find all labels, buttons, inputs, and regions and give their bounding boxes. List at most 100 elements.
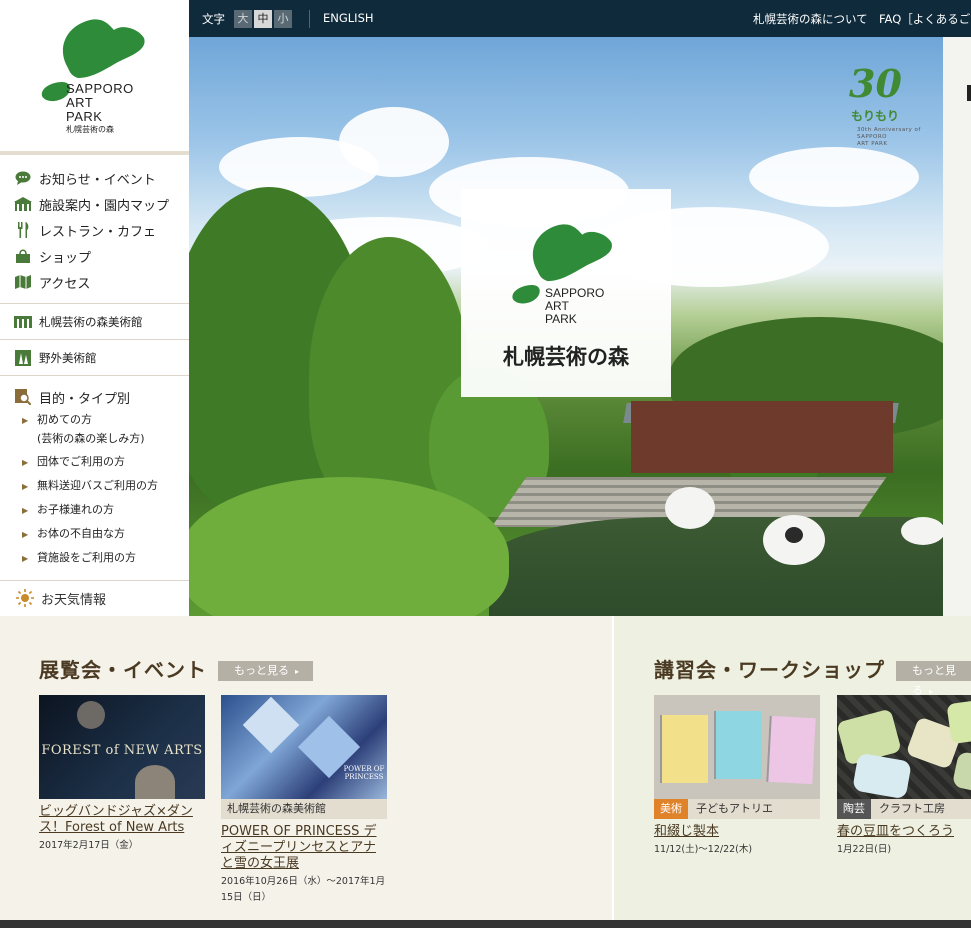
anniversary-number: 30 [849, 61, 902, 106]
event-date: 2017年2月17日（金） [39, 840, 139, 851]
about-link[interactable]: 札幌芸術の森について [753, 11, 868, 27]
museum-building [631, 401, 893, 473]
nav-shop-label: ショップ [39, 250, 92, 266]
workshops-section: 講習会・ワークショップ もっと見る 美術 子どもアトリエ 和綴じ製本 11/12… [612, 616, 971, 920]
purpose-first-time[interactable]: ▶ 初めての方 (芸術の森の楽しみ方) [0, 410, 189, 448]
text-size-label: 文字 [202, 12, 225, 26]
purpose-disabilities-label: お体の不自由な方 [37, 527, 125, 540]
purpose-free-bus[interactable]: ▶ 無料送迎バスご利用の方 [0, 476, 189, 496]
sun-icon [16, 589, 34, 607]
anniversary-english-2: SAPPORO [857, 134, 887, 140]
purpose-with-children[interactable]: ▶ お子様連れの方 [0, 500, 189, 520]
events-more-button[interactable]: もっと見る [218, 661, 314, 681]
triangle-right-icon: ▶ [22, 482, 29, 491]
princess-tile [242, 696, 300, 754]
nav-news-events[interactable]: お知らせ・イベント [0, 165, 189, 191]
nav-outdoor-museum-label: 野外美術館 [39, 350, 97, 365]
text-size-small-button[interactable]: 小 [274, 10, 292, 28]
workshops-title: 講習会・ワークショップ [654, 658, 885, 682]
logo-line-1: SAPPORO [66, 81, 134, 96]
nav-art-museum[interactable]: 札幌芸術の森美術館 [0, 304, 189, 340]
shopping-bag-icon [14, 248, 32, 264]
performer-figure [135, 765, 175, 799]
event-title: POWER OF PRINCESS ディズニープリンセスとアナと雪の女王展 [221, 824, 377, 871]
event-thumbnail-text: FOREST of NEW ARTS [41, 743, 203, 758]
purpose-disabilities[interactable]: ▶ お体の不自由な方 [0, 524, 189, 544]
nav-art-museum-label: 札幌芸術の森美術館 [39, 314, 143, 329]
event-thumbnail-text: POWER OF PRINCESS [343, 765, 385, 781]
notebook-pink [766, 715, 816, 785]
performer-figure [77, 701, 105, 729]
text-size-medium-button[interactable]: 中 [254, 10, 272, 28]
nav-news-events-label: お知らせ・イベント [39, 172, 156, 188]
nav-weather[interactable]: お天気情報 [0, 581, 189, 615]
logo-line-3: PARK [66, 109, 103, 124]
event-card[interactable]: FOREST of NEW ARTS ビッグバンドジャズ×ダンス！Forest … [39, 695, 205, 854]
building-icon [14, 196, 32, 212]
event-venue: 札幌芸術の森美術館 [221, 799, 387, 819]
nav-restaurant-cafe-label: レストラン・カフェ [39, 224, 157, 240]
logo-line-2: ART [66, 95, 94, 110]
triangle-right-icon: ▶ [22, 416, 29, 425]
triangle-right-icon: ▶ [22, 458, 29, 467]
event-card[interactable]: POWER OF PRINCESS 札幌芸術の森美術館 POWER OF PRI… [221, 695, 387, 906]
workshop-card[interactable]: 陶芸 クラフト工房 春の豆皿をつくろう 1月22日(日) [837, 695, 971, 858]
event-title: ビッグバンドジャズ×ダンス！Forest of New Arts [39, 804, 193, 835]
nav-weather-label: お天気情報 [41, 592, 107, 608]
nav-access[interactable]: アクセス [0, 269, 189, 295]
speech-bubble-icon [14, 170, 32, 186]
anniversary-english-1: 30th Anniversary of [857, 127, 921, 133]
anniversary-badge: 30 もりもり 30th Anniversary of SAPPORO ART PA… [841, 61, 931, 161]
nav-restaurant-cafe[interactable]: レストラン・カフェ [0, 217, 189, 243]
purpose-nav-title[interactable]: 目的・タイプ別 [0, 384, 189, 410]
next-slide-arrow-icon [967, 85, 971, 101]
sculpture-hole [785, 527, 803, 543]
sidebar: SAPPORO ART PARK 札幌芸術の森 お知らせ・イベント 施設案内・園… [0, 0, 189, 616]
site-logo[interactable]: SAPPORO ART PARK 札幌芸術の森 [0, 0, 189, 155]
purpose-rental-facilities[interactable]: ▶ 貸施設をご利用の方 [0, 548, 189, 568]
nav-access-label: アクセス [39, 276, 91, 292]
text-size-large-button[interactable]: 大 [234, 10, 252, 28]
purpose-nav: 目的・タイプ別 ▶ 初めての方 (芸術の森の楽しみ方) ▶ 団体でご利用の方 ▶ 無料… [0, 376, 189, 581]
workshop-tag-row: 美術 子どもアトリエ [654, 799, 820, 819]
fork-knife-icon [14, 222, 32, 238]
outdoor-sculpture-icon [14, 349, 32, 366]
purpose-groups[interactable]: ▶ 団体でご利用の方 [0, 452, 189, 472]
main-nav: お知らせ・イベント 施設案内・園内マップ レストラン・カフェ ショップ アクセス [0, 155, 189, 304]
workshop-date: 1月22日(日) [837, 844, 892, 855]
triangle-right-icon: ▶ [22, 506, 29, 515]
notebook-blue [714, 711, 762, 779]
triangle-right-icon: ▶ [22, 554, 29, 563]
workshop-category-tag: 美術 [654, 799, 688, 819]
english-link[interactable]: ENGLISH [323, 11, 374, 25]
purpose-first-time-label: 初めての方 (芸術の森の楽しみ方) [37, 413, 145, 445]
plate [951, 750, 971, 796]
nav-facilities-map-label: 施設案内・園内マップ [39, 198, 170, 214]
workshop-place: 子どもアトリエ [696, 802, 773, 815]
nav-facilities-map[interactable]: 施設案内・園内マップ [0, 191, 189, 217]
sculpture [901, 517, 943, 545]
workshops-more-button[interactable]: もっと見る [896, 661, 971, 697]
triangle-right-icon: ▶ [22, 530, 29, 539]
nav-shop[interactable]: ショップ [0, 243, 189, 269]
purpose-free-bus-label: 無料送迎バスご利用の方 [37, 479, 158, 492]
nav-outdoor-museum[interactable]: 野外美術館 [0, 340, 189, 376]
logo-japanese: 札幌芸術の森 [66, 125, 114, 134]
purpose-nav-title-label: 目的・タイプ別 [39, 391, 131, 407]
faq-link[interactable]: FAQ［よくあるご質問 [879, 11, 971, 27]
pond [489, 517, 943, 616]
events-title: 展覧会・イベント [39, 658, 207, 682]
event-thumbnail: FOREST of NEW ARTS [39, 695, 205, 799]
plate [946, 697, 971, 745]
anniversary-english: 30th Anniversary of SAPPORO ART PARK [857, 127, 921, 148]
notebook-yellow [660, 715, 708, 783]
workshop-card[interactable]: 美術 子どもアトリエ 和綴じ製本 11/12(土)～12/22(木) [654, 695, 820, 858]
magnifier-icon [14, 389, 32, 405]
workshop-title: 春の豆皿をつくろう [837, 824, 955, 839]
next-slide-strip[interactable] [943, 37, 971, 616]
purpose-groups-label: 団体でご利用の方 [37, 455, 125, 468]
hero-image: SAPPORO ART PARK 札幌芸術の森 30 もりもり 30th Ann… [189, 37, 943, 616]
top-bar: 文字 大 中 小 ENGLISH 札幌芸術の森について FAQ［よくあるご質問 [189, 0, 971, 37]
workshop-place: クラフト工房 [879, 802, 945, 815]
sculpture [665, 487, 715, 529]
